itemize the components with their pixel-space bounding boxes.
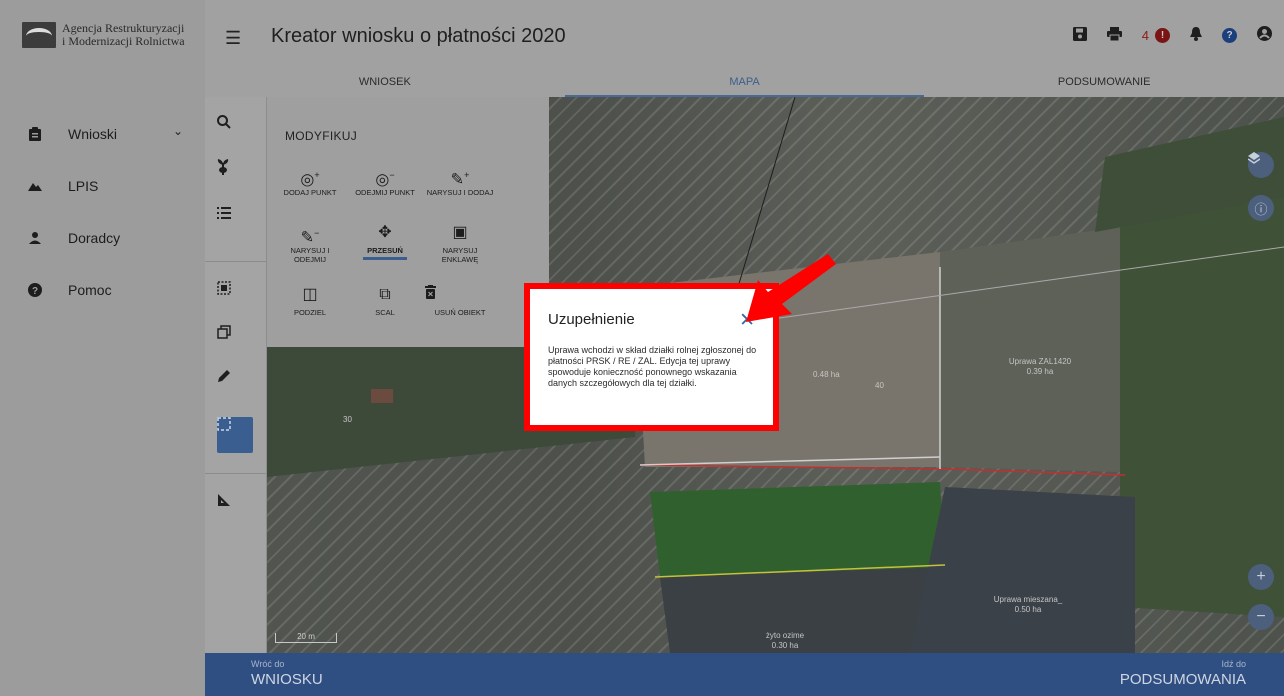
notification-count: 4 bbox=[1141, 28, 1149, 43]
list-icon[interactable] bbox=[217, 207, 253, 243]
dialog-title: Uzupełnienie bbox=[548, 311, 635, 328]
zoom-in-icon[interactable]: + bbox=[1248, 564, 1274, 590]
help-circle-icon[interactable]: ? bbox=[1222, 28, 1237, 43]
red-arrow-annotation bbox=[746, 254, 836, 322]
sidebar-item-pomoc[interactable]: ? Pomoc bbox=[0, 264, 205, 316]
draw-add-icon: ✎+ bbox=[450, 170, 470, 189]
tab-mapa[interactable]: MAPA bbox=[564, 68, 925, 97]
zoom-out-icon[interactable]: − bbox=[1248, 604, 1274, 630]
chevron-down-icon[interactable]: ⌄ bbox=[173, 124, 183, 138]
enclave-icon: ▣ bbox=[452, 224, 468, 241]
help-icon: ? bbox=[28, 283, 42, 297]
map-scale: 20 m bbox=[275, 633, 337, 643]
go-to-summary-button[interactable]: Idź do PODSUMOWANIA bbox=[1120, 659, 1246, 688]
tab-wniosek[interactable]: WNIOSEK bbox=[205, 68, 565, 97]
delete-object-button[interactable]: USUŃ OBIEKT bbox=[425, 285, 495, 317]
account-icon[interactable] bbox=[1257, 26, 1272, 45]
sidebar-item-lpis[interactable]: LPIS bbox=[0, 160, 205, 212]
person-icon bbox=[28, 231, 42, 245]
field-number-label: 30 bbox=[343, 415, 352, 424]
add-point-icon: ◎+ bbox=[300, 170, 320, 189]
zal-crop-label: Uprawa ZAL1420 0.39 ha bbox=[1008, 357, 1072, 376]
clipboard-icon bbox=[28, 127, 42, 141]
merge-icon: ⧉ bbox=[379, 286, 391, 303]
move-icon: ✥ bbox=[378, 224, 392, 241]
bell-icon[interactable] bbox=[1190, 26, 1202, 45]
measure-icon[interactable] bbox=[217, 493, 253, 529]
toolbar-divider bbox=[205, 261, 267, 262]
delete-icon bbox=[425, 285, 495, 305]
print-icon[interactable] bbox=[1106, 26, 1122, 45]
draw-enclave-button[interactable]: ▣ NARYSUJ ENKLAWĘ bbox=[425, 223, 495, 264]
footer-nav: Wróć do WNIOSKU Idź do PODSUMOWANIA bbox=[205, 653, 1284, 696]
edit-shape-icon[interactable] bbox=[217, 417, 253, 453]
sidebar-nav: Wnioski ⌄ LPIS Doradcy ? Pomoc bbox=[0, 108, 205, 316]
info-icon[interactable]: ⓘ bbox=[1248, 195, 1274, 221]
sidebar-item-label: Pomoc bbox=[68, 282, 112, 298]
save-icon[interactable] bbox=[1072, 26, 1087, 45]
dialog-message: Uprawa wchodzi w skład działki rolnej zg… bbox=[548, 345, 757, 388]
copy-icon[interactable] bbox=[217, 325, 253, 361]
svg-text:?: ? bbox=[32, 286, 38, 297]
arimr-logo-icon bbox=[22, 22, 56, 48]
search-icon[interactable] bbox=[217, 115, 253, 151]
mountain-icon bbox=[28, 179, 42, 193]
draw-add-button[interactable]: ✎+ NARYSUJ I DODAJ bbox=[425, 165, 495, 197]
map-parcel-zal bbox=[940, 227, 1120, 472]
pencil-icon[interactable] bbox=[217, 369, 253, 405]
sidebar-item-label: Doradcy bbox=[68, 230, 121, 246]
add-point-button[interactable]: ◎+ DODAJ PUNKT bbox=[275, 165, 345, 197]
draw-subtract-button[interactable]: ✎− NARYSUJ I ODEJMIJ bbox=[275, 223, 345, 264]
parcel-area-label: 0.48 ha bbox=[813, 370, 840, 379]
split-icon: ◫ bbox=[302, 286, 318, 303]
sidebar-item-label: Wnioski bbox=[68, 126, 118, 142]
remove-point-button[interactable]: ◎− ODEJMIJ PUNKT bbox=[350, 165, 420, 197]
map-field-mixed bbox=[910, 487, 1135, 653]
header-actions: 4 ! ? bbox=[1072, 26, 1272, 45]
remove-point-icon: ◎− bbox=[375, 170, 395, 189]
toolbar-divider bbox=[205, 473, 267, 474]
sidebar: Agencja Restrukturyzacji i Modernizacji … bbox=[0, 0, 205, 696]
map-toolbar bbox=[205, 97, 267, 653]
draw-subtract-icon: ✎− bbox=[300, 228, 320, 247]
menu-icon[interactable]: ☰ bbox=[225, 28, 241, 49]
move-button[interactable]: ✥ PRZESUŃ bbox=[350, 223, 420, 260]
back-to-application-button[interactable]: Wróć do WNIOSKU bbox=[251, 659, 323, 688]
sidebar-item-wnioski[interactable]: Wnioski ⌄ bbox=[0, 108, 205, 160]
header: ☰ Kreator wniosku o płatności 2020 4 ! ?… bbox=[205, 0, 1284, 97]
map-field-green bbox=[650, 482, 945, 577]
mixed-crop-label: Uprawa mieszana_ 0.50 ha bbox=[993, 595, 1063, 614]
map-building bbox=[371, 389, 393, 403]
split-button[interactable]: ◫ PODZIEL bbox=[275, 285, 345, 317]
modify-panel: MODYFIKUJ ◎+ DODAJ PUNKT ◎− ODEJMIJ PUNK… bbox=[267, 97, 549, 347]
logo-line2: i Modernizacji Rolnictwa bbox=[62, 34, 185, 48]
layers-icon[interactable] bbox=[1248, 152, 1274, 178]
parcel-number-label: 40 bbox=[875, 381, 884, 390]
plant-icon[interactable] bbox=[217, 159, 253, 195]
selected-underline bbox=[363, 257, 407, 260]
alert-icon[interactable]: ! bbox=[1155, 28, 1170, 43]
logo[interactable]: Agencja Restrukturyzacji i Modernizacji … bbox=[22, 22, 185, 48]
app-root: Agencja Restrukturyzacji i Modernizacji … bbox=[0, 0, 1284, 696]
tab-podsumowanie[interactable]: PODSUMOWANIE bbox=[924, 68, 1284, 97]
merge-button[interactable]: ⧉ SCAL bbox=[350, 285, 420, 317]
select-area-icon[interactable] bbox=[217, 281, 253, 317]
sidebar-item-label: LPIS bbox=[68, 178, 99, 194]
modify-title: MODYFIKUJ bbox=[285, 129, 358, 143]
page-title: Kreator wniosku o płatności 2020 bbox=[271, 25, 566, 47]
rye-crop-label: żyto ozime 0.30 ha bbox=[765, 631, 805, 650]
tabs: WNIOSEK MAPA PODSUMOWANIE bbox=[205, 68, 1284, 97]
sidebar-item-doradcy[interactable]: Doradcy bbox=[0, 212, 205, 264]
map-field-right bbox=[1120, 197, 1284, 617]
